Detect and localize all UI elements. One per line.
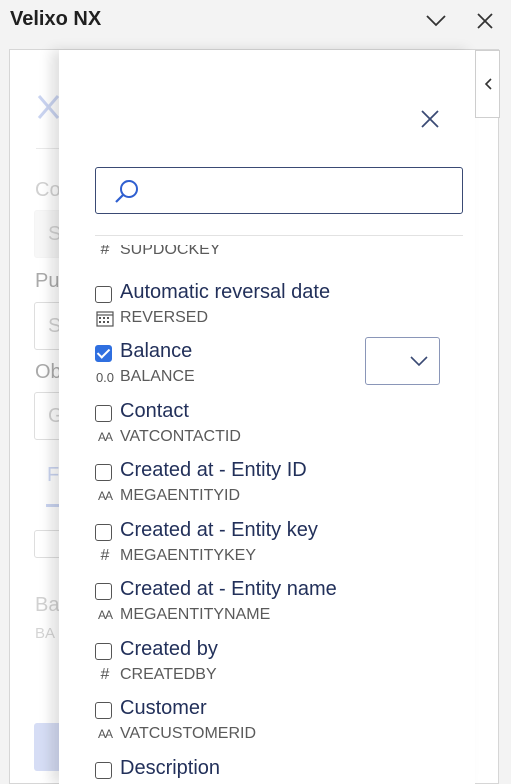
chevron-left-icon xyxy=(484,78,492,90)
background-section-title: Ba xyxy=(35,594,60,616)
field-key: VATCUSTOMERID xyxy=(120,725,257,742)
field-key: BALANCE xyxy=(120,368,195,385)
field-key: CREATEDBY xyxy=(120,666,217,683)
background-label-1: Co xyxy=(35,179,61,201)
field-key: REVERSED xyxy=(120,309,209,326)
field-label: Created by xyxy=(120,638,218,660)
number-type-icon: # xyxy=(100,245,110,258)
field-checkbox[interactable] xyxy=(95,464,112,481)
background-label-3: Ob xyxy=(35,361,62,383)
app-title: Velixo NX xyxy=(10,8,102,30)
flyout-close-button[interactable] xyxy=(418,107,442,131)
text-type-icon: AA xyxy=(97,430,113,444)
background-tab: F xyxy=(47,464,60,486)
search-icon xyxy=(115,180,138,203)
number-type-icon: # xyxy=(100,547,110,564)
title-bar: Velixo NX xyxy=(0,0,511,40)
field-checkbox[interactable] xyxy=(95,762,112,779)
field-list: # SUPDOCKEY Automatic reversal date REVE… xyxy=(95,245,425,784)
close-pane-button[interactable] xyxy=(472,8,498,34)
background-label-2: Pu xyxy=(35,270,60,292)
field-checkbox[interactable] xyxy=(95,286,112,303)
field-checkbox[interactable] xyxy=(95,345,112,362)
field-checkbox[interactable] xyxy=(95,405,112,422)
calendar-icon xyxy=(95,308,115,328)
text-type-icon: AA xyxy=(97,489,113,503)
search-divider xyxy=(95,235,463,236)
number-type-icon: # xyxy=(100,666,110,683)
collapse-pane-button[interactable] xyxy=(423,8,449,34)
field-checkbox[interactable] xyxy=(95,702,112,719)
field-label: Contact xyxy=(120,400,189,422)
background-section-sub: BA xyxy=(35,625,56,642)
chevron-down-icon xyxy=(410,356,428,367)
close-icon xyxy=(477,13,493,29)
field-label: Customer xyxy=(120,697,207,719)
field-checkbox[interactable] xyxy=(95,524,112,541)
field-label: Created at - Entity key xyxy=(120,519,318,541)
chevron-down-icon xyxy=(426,15,446,27)
text-type-icon: AA xyxy=(97,727,113,741)
field-checkbox[interactable] xyxy=(95,583,112,600)
field-key: MEGAENTITYID xyxy=(120,487,241,504)
decimal-type-icon: 0.0 xyxy=(95,369,115,385)
close-icon xyxy=(421,110,439,128)
field-key: SUPDOCKEY xyxy=(120,245,221,258)
field-label: Description xyxy=(120,757,221,779)
field-label: Automatic reversal date xyxy=(120,281,331,303)
field-key: VATCONTACTID xyxy=(120,428,241,445)
aggregate-dropdown[interactable] xyxy=(365,337,440,385)
field-label: Created at - Entity name xyxy=(120,578,337,600)
search-input[interactable] xyxy=(95,167,463,214)
collapse-flyout-tab[interactable] xyxy=(475,50,500,118)
field-label: Created at - Entity ID xyxy=(120,459,307,481)
field-key: MEGAENTITYNAME xyxy=(120,606,271,623)
field-key: MEGAENTITYKEY xyxy=(120,547,257,564)
field-picker-flyout: # SUPDOCKEY Automatic reversal date REVE… xyxy=(59,50,475,784)
text-type-icon: AA xyxy=(97,608,113,622)
field-label: Balance xyxy=(120,340,193,362)
field-checkbox[interactable] xyxy=(95,643,112,660)
